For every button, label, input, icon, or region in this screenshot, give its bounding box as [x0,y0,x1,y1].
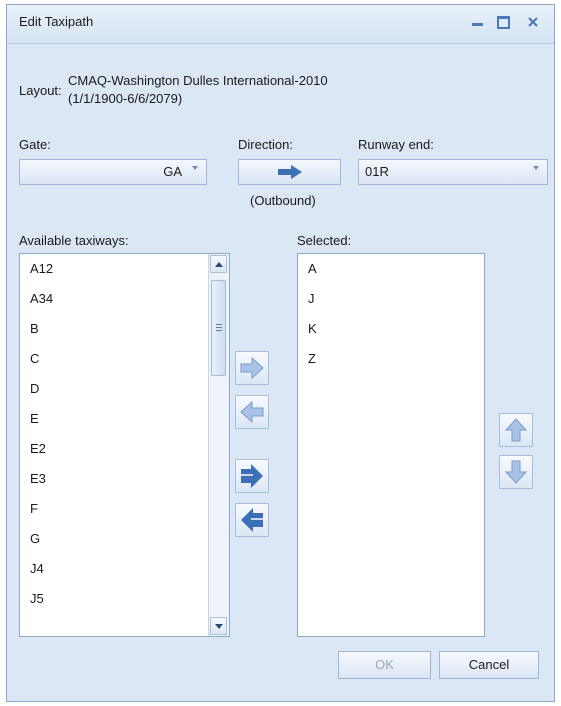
caret-up-icon [215,262,223,267]
direction-caption: (Outbound) [250,193,316,208]
window-title: Edit Taxipath [19,14,94,29]
scrollbar[interactable] [208,254,229,636]
selected-label: Selected: [297,233,352,248]
list-item[interactable]: A [298,254,484,284]
layout-value-line2: (1/1/1900-6/6/2079) [68,91,183,106]
scroll-thumb[interactable] [211,280,226,376]
caret-down-icon [215,624,223,629]
list-item[interactable]: G [20,524,209,554]
move-down-button[interactable] [499,455,533,489]
add-selected-button[interactable] [235,351,269,385]
list-item[interactable]: Z [298,344,484,374]
list-item[interactable]: E3 [20,464,209,494]
available-taxiways-label: Available taxiways: [19,233,129,248]
remove-selected-button[interactable] [235,395,269,429]
list-item[interactable]: J [298,284,484,314]
arrow-up-icon [504,418,528,442]
list-item[interactable]: K [298,314,484,344]
runway-end-value: 01R [365,164,389,179]
edit-taxipath-dialog: Edit Taxipath Layout: CMAQ-Washington Du… [6,4,555,702]
ok-button[interactable]: OK [338,651,431,679]
close-icon[interactable] [522,11,544,33]
double-arrow-left-icon [241,508,263,532]
chevron-down-icon [533,166,539,170]
minimize-icon[interactable] [466,11,488,33]
list-item[interactable]: D [20,374,209,404]
selected-items: AJKZ [298,254,484,374]
list-item[interactable]: C [20,344,209,374]
double-arrow-right-icon [241,464,263,488]
chevron-down-icon [192,166,198,170]
arrow-left-icon [240,400,264,424]
scroll-up-button[interactable] [210,255,227,273]
list-item[interactable]: E [20,404,209,434]
list-item[interactable]: A12 [20,254,209,284]
layout-label: Layout: [19,83,62,98]
add-all-button[interactable] [235,459,269,493]
runway-end-select[interactable]: 01R [358,159,548,185]
move-up-button[interactable] [499,413,533,447]
layout-value-line1: CMAQ-Washington Dulles International-201… [68,73,328,88]
scroll-down-button[interactable] [210,617,227,635]
gate-label: Gate: [19,137,51,152]
arrow-right-icon [278,165,302,179]
gate-select[interactable]: GA [19,159,207,185]
list-item[interactable]: E2 [20,434,209,464]
arrow-right-icon [240,356,264,380]
list-item[interactable]: B [20,314,209,344]
title-bar: Edit Taxipath [7,5,554,44]
direction-button[interactable] [238,159,341,185]
list-item[interactable]: J5 [20,584,209,614]
remove-all-button[interactable] [235,503,269,537]
available-items: A12 A34 B C D E E2 E3 F G J4 J5 [20,254,209,614]
list-item[interactable]: A34 [20,284,209,314]
direction-label: Direction: [238,137,293,152]
list-item[interactable]: J4 [20,554,209,584]
runway-end-label: Runway end: [358,137,434,152]
list-item[interactable]: F [20,494,209,524]
cancel-button[interactable]: Cancel [439,651,539,679]
arrow-down-icon [504,460,528,484]
maximize-icon[interactable] [492,11,514,33]
gate-value: GA [163,164,182,179]
available-taxiways-list[interactable]: A12 A34 B C D E E2 E3 F G J4 J5 [19,253,230,637]
selected-taxiways-list[interactable]: AJKZ [297,253,485,637]
